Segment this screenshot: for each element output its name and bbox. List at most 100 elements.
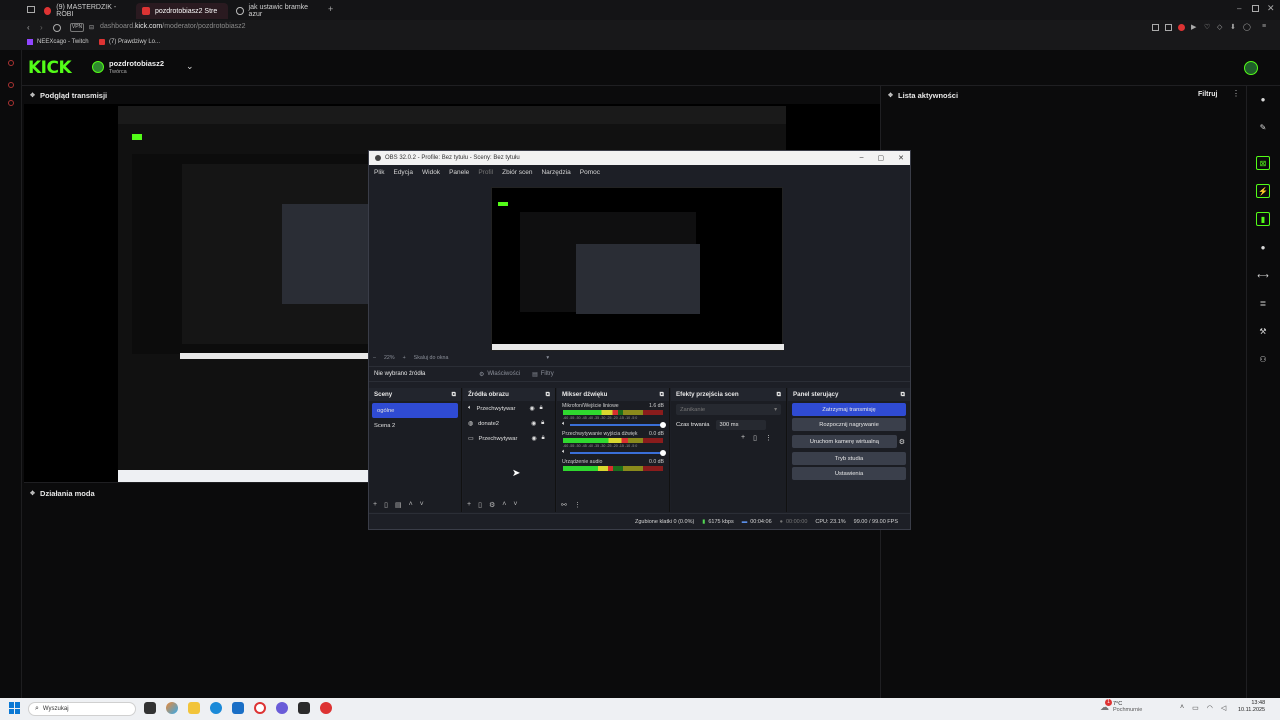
menu-profil[interactable]: Profil bbox=[478, 169, 493, 176]
more-options-icon[interactable]: ⋮ bbox=[574, 501, 581, 509]
dock-float-icon[interactable]: ⧉ bbox=[777, 391, 781, 399]
chevron-up-icon[interactable]: ˄ bbox=[1180, 704, 1184, 712]
tab-manager-icon[interactable] bbox=[27, 6, 35, 13]
wrench-icon[interactable]: ⚒ bbox=[1258, 326, 1268, 336]
up-icon[interactable]: ˄ bbox=[502, 501, 506, 509]
discord-icon[interactable] bbox=[276, 702, 288, 714]
menu-zbior-scen[interactable]: Zbiór scen bbox=[502, 169, 532, 176]
info-icon[interactable]: ● bbox=[1258, 94, 1268, 104]
list-icon[interactable]: ≣ bbox=[1258, 298, 1268, 308]
filter-icon[interactable]: ▤ bbox=[395, 501, 402, 509]
task-view-icon[interactable] bbox=[144, 702, 156, 714]
menu-panele[interactable]: Panele bbox=[449, 169, 469, 176]
transition-select[interactable]: Zanikanie ▾ bbox=[676, 404, 781, 415]
menu-edycja[interactable]: Edycja bbox=[393, 169, 413, 176]
minimize-icon[interactable]: – bbox=[1237, 4, 1241, 13]
clock[interactable]: 13:48 10.11.2025 bbox=[1238, 700, 1265, 713]
speaker-icon[interactable]: 🔈︎ bbox=[562, 421, 566, 428]
vpn-badge[interactable]: VPN bbox=[70, 23, 84, 32]
menu-widok[interactable]: Widok bbox=[422, 169, 440, 176]
chat-icon[interactable]: ● bbox=[1258, 242, 1268, 252]
start-virtual-camera-button[interactable]: Uruchom kamerę wirtualną bbox=[792, 435, 897, 448]
add-icon[interactable]: + bbox=[373, 501, 377, 509]
users-icon[interactable]: ⚇ bbox=[1258, 354, 1268, 364]
trash-icon[interactable]: ▯ bbox=[384, 501, 388, 509]
back-icon[interactable]: ‹ bbox=[27, 23, 30, 32]
duration-input[interactable]: 300 ms bbox=[715, 420, 766, 430]
tab-masterdzik[interactable]: (9) MASTERDZIK - ROBI bbox=[38, 3, 134, 19]
down-icon[interactable]: ˅ bbox=[420, 501, 424, 509]
play-icon[interactable]: ▶ bbox=[1191, 23, 1196, 31]
bookmark-neexcago[interactable]: NEEXcago - Twitch bbox=[27, 39, 89, 45]
gear-icon[interactable]: ⚙ bbox=[899, 438, 910, 446]
trash-icon[interactable]: ▮ bbox=[1256, 212, 1270, 226]
zoom-in-icon[interactable]: + bbox=[403, 355, 406, 361]
url-field[interactable]: dashboard.kick.com/moderator/pozdrotobia… bbox=[100, 23, 246, 30]
heart-icon[interactable]: ♡ bbox=[1204, 23, 1210, 31]
slider-handle[interactable] bbox=[660, 421, 666, 428]
dock-float-icon[interactable]: ⧉ bbox=[901, 391, 905, 399]
drag-handle-icon[interactable]: ✥ bbox=[30, 92, 35, 99]
scene-item[interactable]: Scena 2 bbox=[369, 418, 461, 433]
up-icon[interactable]: ˄ bbox=[409, 501, 413, 509]
lightning-icon[interactable]: ⚡ bbox=[1256, 184, 1270, 198]
opera-icon[interactable] bbox=[254, 702, 266, 714]
link-icon[interactable]: ⟷ bbox=[1257, 270, 1268, 280]
pin-icon[interactable] bbox=[1152, 24, 1159, 31]
source-item[interactable]: ◍ donate2 ◉ 🔒︎ bbox=[463, 416, 555, 431]
taskbar-search[interactable]: ⌕ Wyszukaj bbox=[28, 702, 136, 716]
obs-canvas[interactable] bbox=[491, 187, 784, 351]
drag-handle-icon[interactable]: ✥ bbox=[30, 490, 35, 497]
windows-start-icon[interactable] bbox=[9, 702, 21, 714]
file-explorer-icon[interactable] bbox=[188, 702, 200, 714]
source-item[interactable]: ▭ Przechwytywar ◉ 🔒︎ bbox=[463, 431, 555, 446]
lock-icon[interactable]: 🔒︎ bbox=[541, 420, 544, 427]
sidebar-icon[interactable] bbox=[8, 82, 14, 88]
settings-button[interactable]: Ustawienia bbox=[792, 467, 906, 480]
speaker-icon[interactable]: 🔈︎ bbox=[562, 449, 566, 456]
chevron-down-icon[interactable]: ⌄ bbox=[186, 61, 194, 72]
tab-kick-stream[interactable]: pozdrotobiasz2 Stre bbox=[136, 3, 228, 19]
menu-plik[interactable]: Plik bbox=[374, 169, 384, 176]
edge-icon[interactable] bbox=[210, 702, 222, 714]
gear-icon[interactable]: ⚙ bbox=[489, 501, 495, 509]
screenshot-icon[interactable] bbox=[1165, 24, 1172, 31]
link-icon[interactable]: ⚯ bbox=[561, 501, 567, 509]
new-tab-icon[interactable]: + bbox=[328, 4, 333, 14]
close-icon[interactable]: ✕ bbox=[898, 154, 904, 162]
close-icon[interactable]: ✕ bbox=[1267, 3, 1275, 14]
user-avatar[interactable] bbox=[1244, 61, 1258, 75]
sidebar-icon[interactable] bbox=[8, 100, 14, 106]
dock-float-icon[interactable]: ⧉ bbox=[660, 391, 664, 399]
chevron-down-icon[interactable]: ▾ bbox=[546, 355, 549, 361]
eye-icon[interactable]: ◉ bbox=[531, 436, 536, 442]
volume-icon[interactable]: ◁ bbox=[1221, 704, 1226, 712]
wifi-icon[interactable]: ◠ bbox=[1207, 704, 1213, 712]
scene-item[interactable]: ogólne bbox=[372, 403, 458, 418]
channel-name[interactable]: pozdrotobiasz2 bbox=[109, 59, 164, 68]
slider-handle[interactable] bbox=[660, 449, 666, 456]
obs-app-icon[interactable] bbox=[298, 702, 310, 714]
kick-logo[interactable]: KICK bbox=[28, 58, 72, 78]
trash-icon[interactable]: ▯ bbox=[753, 434, 757, 442]
download-icon[interactable]: ⬇ bbox=[1230, 23, 1236, 31]
studio-mode-button[interactable]: Tryb studia bbox=[792, 452, 906, 465]
eye-icon[interactable]: ◉ bbox=[531, 421, 536, 427]
edit-icon[interactable]: ✎ bbox=[1258, 122, 1268, 132]
eye-icon[interactable]: ◉ bbox=[529, 406, 534, 412]
language-icon[interactable]: ▭ bbox=[1192, 704, 1199, 712]
copilot-icon[interactable] bbox=[166, 702, 178, 714]
trash-icon[interactable]: ▯ bbox=[478, 501, 482, 509]
zoom-level[interactable]: 22% bbox=[384, 355, 395, 361]
store-icon[interactable] bbox=[232, 702, 244, 714]
start-recording-button[interactable]: Rozpocznij nagrywanie bbox=[792, 418, 906, 431]
maximize-icon[interactable]: ▢ bbox=[878, 154, 885, 162]
menu-icon[interactable]: ≡ bbox=[1262, 23, 1266, 30]
tab-google-search[interactable]: jak ustawic bramke azur bbox=[230, 3, 324, 19]
scale-to-window[interactable]: Skaluj do okna bbox=[414, 355, 449, 361]
volume-slider[interactable] bbox=[569, 449, 666, 456]
stop-streaming-button[interactable]: Zatrzymaj transmisję bbox=[792, 403, 906, 416]
youtube-ext-icon[interactable] bbox=[1178, 24, 1185, 31]
down-icon[interactable]: ˅ bbox=[513, 501, 517, 509]
more-options-icon[interactable]: ⋮ bbox=[765, 434, 772, 442]
